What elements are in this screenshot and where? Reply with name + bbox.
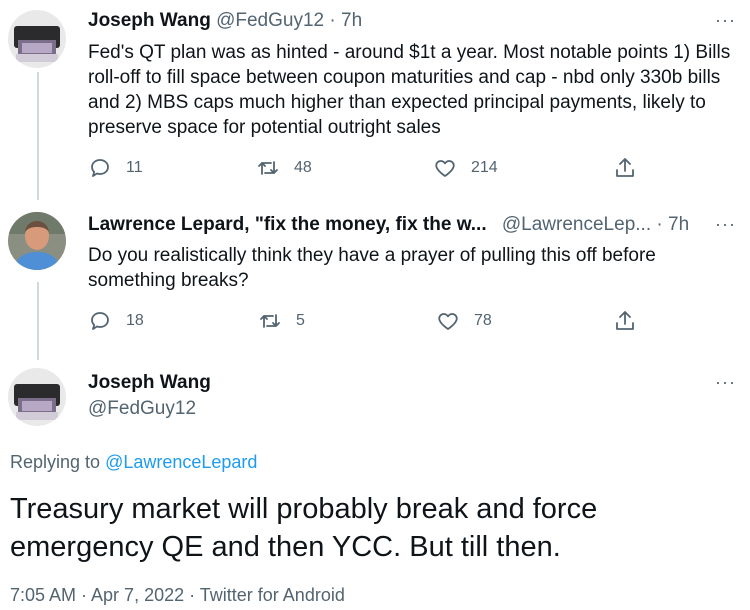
heart-icon	[435, 160, 455, 177]
avatar[interactable]	[8, 212, 66, 270]
reply-button[interactable]: 18	[88, 309, 144, 333]
avatar[interactable]	[8, 368, 66, 426]
tweet-text: Do you realistically think they have a p…	[88, 245, 656, 291]
author-handle[interactable]: @FedGuy12	[216, 10, 324, 31]
reply-button[interactable]: 11	[88, 156, 143, 180]
retweet-icon	[260, 314, 280, 328]
author-handle[interactable]: @FedGuy12	[88, 398, 196, 420]
timestamp[interactable]: 7h	[668, 214, 689, 235]
thread-line-1	[37, 72, 39, 200]
like-button[interactable]: 214	[433, 156, 498, 180]
tweet-meta[interactable]: 7:05 AM · Apr 7, 2022 · Twitter for Andr…	[10, 585, 345, 606]
reply-count: 11	[126, 159, 143, 176]
author-handle[interactable]: @LawrenceLep...	[502, 214, 651, 235]
share-button[interactable]	[613, 309, 637, 333]
tweet-actions: 11 48 214	[88, 156, 648, 184]
retweet-button[interactable]: 48	[256, 156, 312, 180]
reply-icon	[91, 312, 109, 330]
avatar[interactable]	[8, 10, 66, 68]
author-name[interactable]: Joseph Wang	[88, 372, 211, 394]
tweet-header: Joseph Wang @FedGuy12 · 7h	[88, 10, 362, 32]
reply-icon	[91, 159, 109, 177]
like-button[interactable]: 78	[436, 309, 492, 333]
retweet-count: 48	[294, 159, 312, 176]
separator: ·	[329, 10, 336, 31]
replying-to: Replying to @LawrenceLepard	[10, 452, 257, 473]
replying-to-link[interactable]: @LawrenceLepard	[105, 452, 257, 472]
author-name[interactable]: Joseph Wang	[88, 10, 211, 31]
reply-count: 18	[126, 312, 144, 329]
author-name[interactable]: Lawrence Lepard, "fix the money, fix the…	[88, 214, 487, 235]
more-icon[interactable]: ···	[715, 214, 736, 235]
share-icon	[616, 311, 634, 330]
more-icon[interactable]: ···	[715, 372, 736, 393]
separator: ·	[656, 214, 663, 235]
tweet-text: Treasury market will probably break and …	[10, 493, 598, 563]
like-count: 214	[471, 159, 498, 176]
tweet-header: Lawrence Lepard, "fix the money, fix the…	[88, 214, 689, 236]
share-button[interactable]	[613, 156, 637, 180]
retweet-icon	[258, 161, 278, 175]
tweet-actions: 18 5 78	[88, 309, 648, 337]
retweet-count: 5	[296, 312, 305, 329]
like-count: 78	[474, 312, 492, 329]
tweet-text: Fed's QT plan was as hinted - around $1t…	[88, 42, 731, 138]
retweet-button[interactable]: 5	[258, 309, 305, 333]
thread-line-2	[37, 282, 39, 360]
replying-prefix: Replying to	[10, 452, 106, 472]
timestamp[interactable]: 7h	[341, 10, 362, 31]
share-icon	[616, 158, 634, 177]
more-icon[interactable]: ···	[715, 10, 736, 31]
heart-icon	[438, 313, 458, 330]
